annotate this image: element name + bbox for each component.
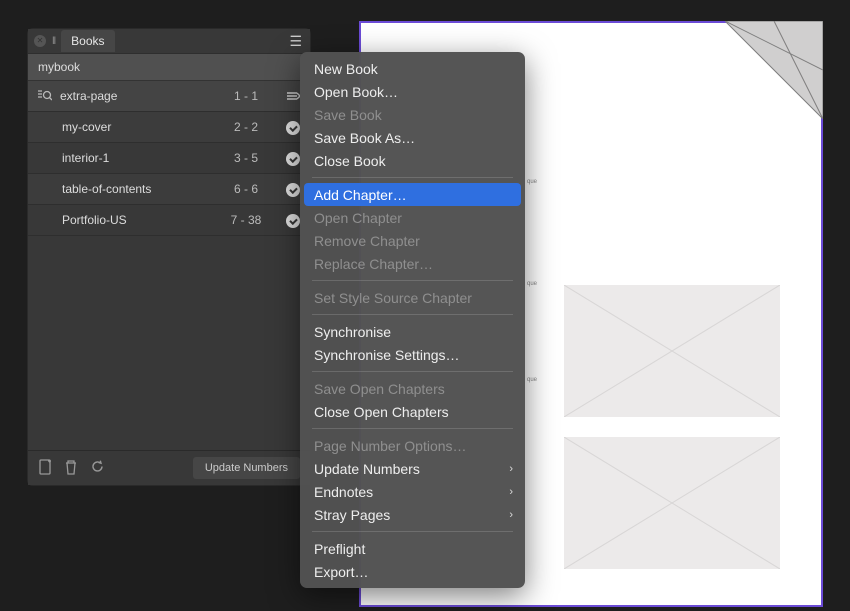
menu-item-synchronise[interactable]: Synchronise [300, 320, 525, 343]
menu-item-label: Export… [314, 564, 368, 580]
panel-header: ✕ ‖ Books ☰ [28, 29, 310, 54]
menu-item-remove-chapter: Remove Chapter [300, 229, 525, 252]
menu-item-label: Replace Chapter… [314, 256, 433, 272]
menu-item-label: Update Numbers [314, 461, 420, 477]
menu-item-label: Set Style Source Chapter [314, 290, 472, 306]
style-source-icon [36, 88, 52, 105]
panel-menu-icon[interactable]: ☰ [287, 33, 304, 50]
body-text-fragment: que [527, 377, 667, 383]
chapter-name: interior-1 [62, 151, 208, 165]
menu-item-label: Open Book… [314, 84, 398, 100]
books-panel: ✕ ‖ Books ☰ mybook extra-page 1 - 1 my-c… [28, 29, 310, 485]
menu-item-label: Synchronise [314, 324, 391, 340]
menu-item-label: Save Open Chapters [314, 381, 445, 397]
chapter-name: table-of-contents [62, 182, 208, 196]
menu-separator [312, 371, 513, 372]
image-placeholder [564, 437, 780, 569]
menu-item-update-numbers[interactable]: Update Numbers › [300, 457, 525, 480]
chapter-pages: 6 - 6 [216, 182, 276, 196]
menu-item-label: Open Chapter [314, 210, 402, 226]
menu-item-label: Save Book As… [314, 130, 415, 146]
menu-item-label: Close Open Chapters [314, 404, 449, 420]
chapter-pages: 3 - 5 [216, 151, 276, 165]
menu-item-label: Stray Pages [314, 507, 390, 523]
menu-item-synchronise-settings[interactable]: Synchronise Settings… [300, 343, 525, 366]
menu-separator [312, 531, 513, 532]
page-fold-decoration [725, 21, 823, 119]
chapter-row[interactable]: table-of-contents 6 - 6 [28, 174, 310, 205]
panel-tab[interactable]: Books [61, 30, 114, 52]
menu-item-label: Page Number Options… [314, 438, 467, 454]
menu-item-label: Close Book [314, 153, 386, 169]
menu-separator [312, 428, 513, 429]
menu-item-add-chapter[interactable]: Add Chapter… [304, 183, 521, 206]
book-name-row[interactable]: mybook [28, 54, 310, 81]
menu-item-close-open-chapters[interactable]: Close Open Chapters [300, 400, 525, 423]
collapse-icon[interactable]: ‖ [52, 36, 55, 47]
chapter-row[interactable]: my-cover 2 - 2 [28, 112, 310, 143]
menu-separator [312, 314, 513, 315]
menu-item-label: Save Book [314, 107, 382, 123]
chapter-pages: 7 - 38 [216, 213, 276, 227]
menu-item-save-open-chapters: Save Open Chapters [300, 377, 525, 400]
chapter-list: extra-page 1 - 1 my-cover 2 - 2 interior… [28, 81, 310, 450]
submenu-arrow-icon: › [509, 509, 513, 521]
menu-item-open-book[interactable]: Open Book… [300, 80, 525, 103]
body-text-fragment: que [527, 281, 667, 287]
menu-item-label: Synchronise Settings… [314, 347, 460, 363]
chapter-name: extra-page [60, 89, 208, 103]
menu-item-replace-chapter: Replace Chapter… [300, 252, 525, 275]
menu-item-label: Endnotes [314, 484, 373, 500]
menu-item-new-book[interactable]: New Book [300, 57, 525, 80]
menu-item-page-number-options: Page Number Options… [300, 434, 525, 457]
menu-item-label: Add Chapter… [314, 187, 407, 203]
body-text-fragment: que [527, 179, 667, 185]
menu-item-set-style-source-chapter: Set Style Source Chapter [300, 286, 525, 309]
menu-separator [312, 280, 513, 281]
close-panel-icon[interactable]: ✕ [34, 35, 46, 47]
menu-separator [312, 177, 513, 178]
image-placeholder [564, 285, 780, 417]
update-numbers-button[interactable]: Update Numbers [193, 457, 300, 479]
add-page-icon[interactable] [38, 459, 52, 478]
chapter-pages: 1 - 1 [216, 89, 276, 103]
menu-item-endnotes[interactable]: Endnotes › [300, 480, 525, 503]
chapter-row[interactable]: Portfolio-US 7 - 38 [28, 205, 310, 236]
panel-footer: Update Numbers [28, 450, 310, 485]
chapter-name: Portfolio-US [62, 213, 208, 227]
menu-item-label: Remove Chapter [314, 233, 420, 249]
menu-item-preflight[interactable]: Preflight [300, 537, 525, 560]
book-name: mybook [38, 60, 80, 74]
chapter-row[interactable]: interior-1 3 - 5 [28, 143, 310, 174]
menu-item-open-chapter: Open Chapter [300, 206, 525, 229]
menu-item-close-book[interactable]: Close Book [300, 149, 525, 172]
menu-item-save-book: Save Book [300, 103, 525, 126]
refresh-icon[interactable] [90, 459, 105, 477]
books-panel-context-menu: New Book Open Book… Save Book Save Book As…… [300, 52, 525, 588]
submenu-arrow-icon: › [509, 486, 513, 498]
menu-item-export[interactable]: Export… [300, 560, 525, 583]
menu-item-stray-pages[interactable]: Stray Pages › [300, 503, 525, 526]
delete-icon[interactable] [64, 459, 78, 478]
menu-item-save-book-as[interactable]: Save Book As… [300, 126, 525, 149]
menu-item-label: Preflight [314, 541, 365, 557]
submenu-arrow-icon: › [509, 463, 513, 475]
chapter-name: my-cover [62, 120, 208, 134]
chapter-pages: 2 - 2 [216, 120, 276, 134]
chapter-row[interactable]: extra-page 1 - 1 [28, 81, 310, 112]
menu-item-label: New Book [314, 61, 378, 77]
